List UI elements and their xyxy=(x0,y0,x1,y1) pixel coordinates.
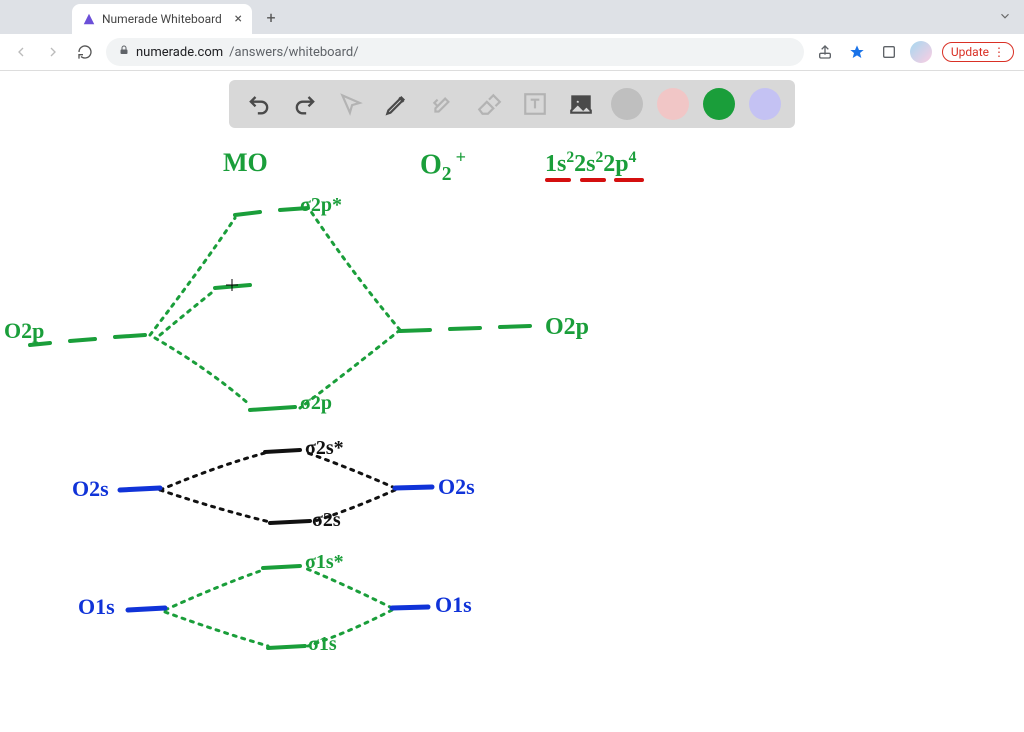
lock-icon xyxy=(118,44,130,60)
numerade-favicon xyxy=(82,12,96,26)
eraser-tool[interactable] xyxy=(473,88,505,120)
chevron-down-icon[interactable] xyxy=(998,8,1012,27)
label-left-o1s: O1s xyxy=(78,596,115,618)
label-sigma1s: σ1s xyxy=(308,634,337,654)
label-sigma2s-star: σ2s* xyxy=(305,438,344,458)
label-right-o1s: O1s xyxy=(435,594,472,616)
redo-button[interactable] xyxy=(289,88,321,120)
color-lavender[interactable] xyxy=(749,88,781,120)
label-right-o2p: O2p xyxy=(545,315,589,339)
label-right-o2s: O2s xyxy=(438,476,475,498)
bookmark-star-icon[interactable] xyxy=(846,41,868,63)
update-button[interactable]: Update ⋮ xyxy=(942,42,1014,62)
reload-button[interactable] xyxy=(74,41,96,63)
label-sigma2p: σ2p xyxy=(300,393,332,413)
label-sigma2s: σ2s xyxy=(312,510,341,530)
whiteboard-toolbar xyxy=(229,80,795,128)
label-sigma2p-star: σ2p* xyxy=(300,195,342,215)
label-sigma1s-star: σ1s* xyxy=(305,552,344,572)
heading-mo: MO xyxy=(223,150,268,176)
image-tool[interactable] xyxy=(565,88,597,120)
whiteboard-canvas[interactable] xyxy=(0,70,1024,732)
update-label: Update xyxy=(951,45,989,59)
color-green[interactable] xyxy=(703,88,735,120)
pencil-tool[interactable] xyxy=(381,88,413,120)
url-path: /answers/whiteboard/ xyxy=(229,45,358,60)
tab-title: Numerade Whiteboard xyxy=(102,12,229,26)
new-tab-button[interactable]: + xyxy=(258,4,284,30)
browser-action-row: Update ⋮ xyxy=(814,41,1014,63)
pointer-tool[interactable] xyxy=(335,88,367,120)
profile-avatar[interactable] xyxy=(910,41,932,63)
text-tool[interactable] xyxy=(519,88,551,120)
extensions-icon[interactable] xyxy=(878,41,900,63)
underline-1s xyxy=(545,178,571,182)
color-pink[interactable] xyxy=(657,88,689,120)
more-icon: ⋮ xyxy=(993,45,1005,59)
close-icon[interactable]: × xyxy=(235,12,242,26)
underline-2p xyxy=(614,178,644,182)
undo-button[interactable] xyxy=(243,88,275,120)
browser-tab[interactable]: Numerade Whiteboard × xyxy=(72,4,252,34)
browser-chrome: Numerade Whiteboard × + numerade.com/ans… xyxy=(0,0,1024,71)
url-host: numerade.com xyxy=(136,45,223,60)
share-icon[interactable] xyxy=(814,41,836,63)
address-bar: numerade.com/answers/whiteboard/ Update … xyxy=(0,34,1024,70)
forward-button[interactable] xyxy=(42,41,64,63)
label-left-o2p: O2p xyxy=(4,320,44,342)
heading-electron-config: 1s22s22p4 xyxy=(545,150,636,176)
heading-species: O2+ xyxy=(420,148,466,185)
tools-icon[interactable] xyxy=(427,88,459,120)
url-input[interactable]: numerade.com/answers/whiteboard/ xyxy=(106,38,804,66)
label-left-o2s: O2s xyxy=(72,478,109,500)
back-button[interactable] xyxy=(10,41,32,63)
color-grey[interactable] xyxy=(611,88,643,120)
underline-2s xyxy=(580,178,606,182)
tab-bar: Numerade Whiteboard × + xyxy=(0,0,1024,34)
